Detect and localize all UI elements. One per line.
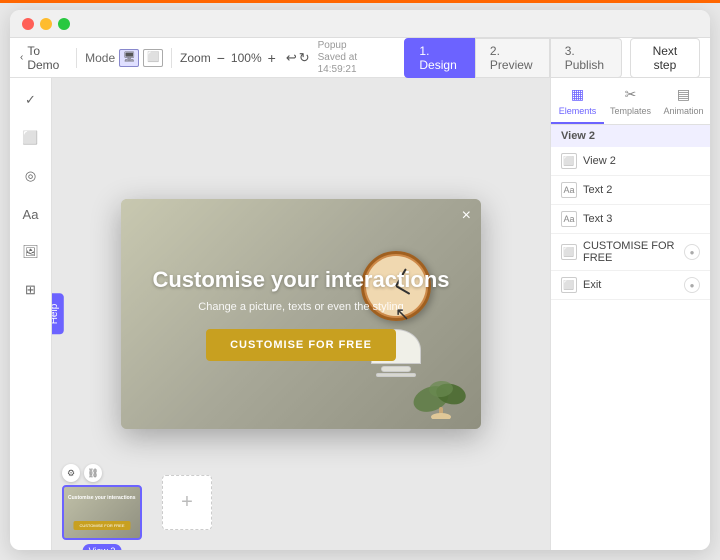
popup-title: Customise your interactions	[152, 267, 449, 293]
mode-label: Mode	[85, 51, 115, 65]
panel-item-exit-label: Exit	[583, 279, 678, 291]
zoom-in-button[interactable]: +	[266, 50, 278, 66]
panel-tab-elements[interactable]: ▦ Elements	[551, 78, 604, 124]
zoom-out-button[interactable]: −	[215, 50, 227, 66]
templates-icon: ✂	[625, 86, 637, 103]
minimize-button[interactable]	[40, 18, 52, 30]
panel-item-view2[interactable]: ⬜ View 2	[551, 147, 710, 176]
panel-item-cta[interactable]: ⬜ CUSTOMISE FOR FREE ●	[551, 234, 710, 271]
canvas-area: Help ×	[52, 78, 550, 550]
left-tool-select[interactable]: ✓	[17, 86, 45, 114]
popup-name: Popup	[318, 40, 389, 52]
thumbnail-strip: ⚙ ⛓ Customise your interactions CUSTOMIS…	[62, 464, 540, 540]
back-button[interactable]: ‹ To Demo	[20, 44, 68, 72]
step-tabs: 1. Design 2. Preview 3. Publish	[404, 38, 621, 78]
elements-icon: ▦	[571, 86, 584, 103]
left-tool-text[interactable]: Aa	[17, 200, 45, 228]
panel-item-text2-label: Text 2	[583, 184, 700, 196]
panel-tab-animation[interactable]: ▤ Animation	[657, 78, 710, 124]
left-tool-image[interactable]: 🖼	[17, 238, 45, 266]
step-design-tab[interactable]: 1. Design	[404, 38, 475, 78]
maximize-button[interactable]	[58, 18, 70, 30]
animation-icon: ▤	[677, 86, 690, 103]
redo-button[interactable]: ↻	[299, 50, 310, 66]
app-window: ‹ To Demo Mode 🖥 ⬜ Zoom − 100% + ↩ ↻ Pop…	[10, 10, 710, 550]
title-bar	[10, 10, 710, 38]
thumb-link-icon[interactable]: ⛓	[84, 464, 102, 482]
separator-2	[171, 48, 172, 68]
panel-item-view2-icon: ⬜	[561, 153, 577, 169]
step-publish-tab[interactable]: 3. Publish	[550, 38, 622, 78]
mode-desktop-icon[interactable]: 🖥	[119, 49, 139, 67]
panel-item-exit[interactable]: ⬜ Exit ●	[551, 271, 710, 300]
undo-button[interactable]: ↩	[286, 50, 297, 66]
popup-modal: ×	[121, 199, 481, 429]
toolbar: ‹ To Demo Mode 🖥 ⬜ Zoom − 100% + ↩ ↻ Pop…	[10, 38, 710, 78]
add-view-button[interactable]: +	[162, 475, 212, 530]
thumb-icon-row: ⚙ ⛓	[62, 464, 142, 482]
panel-item-cta-action[interactable]: ●	[684, 244, 700, 260]
next-step-button[interactable]: Next step	[630, 38, 700, 78]
close-button[interactable]	[22, 18, 34, 30]
mode-group: Mode 🖥 ⬜	[85, 49, 163, 67]
chevron-left-icon: ‹	[20, 52, 23, 63]
mode-tablet-icon[interactable]: ⬜	[143, 49, 163, 67]
left-tool-grid[interactable]: ⊞	[17, 276, 45, 304]
undo-redo-group: ↩ ↻	[286, 50, 310, 66]
grid-icon: ⊞	[25, 282, 36, 298]
panel-item-view2-label: View 2	[583, 155, 700, 167]
image-icon: 🖼	[22, 244, 39, 260]
circle-icon: ◎	[25, 168, 36, 184]
zoom-label: Zoom	[180, 51, 211, 65]
zoom-value: 100%	[231, 51, 262, 65]
rectangle-icon: ⬜	[22, 130, 38, 146]
panel-tab-animation-label: Animation	[663, 106, 703, 116]
select-icon: ✓	[25, 92, 36, 108]
panel-item-text3-icon: Aa	[561, 211, 577, 227]
panel-item-text2[interactable]: Aa Text 2	[551, 176, 710, 205]
panel-tab-templates[interactable]: ✂ Templates	[604, 78, 657, 124]
thumbnail-item: ⚙ ⛓ Customise your interactions CUSTOMIS…	[62, 464, 142, 540]
panel-tab-templates-label: Templates	[610, 106, 651, 116]
right-panel: ▦ Elements ✂ Templates ▤ Animation View …	[550, 78, 710, 550]
panel-tabs: ▦ Elements ✂ Templates ▤ Animation	[551, 78, 710, 125]
back-label: To Demo	[27, 44, 68, 72]
panel-item-exit-action[interactable]: ●	[684, 277, 700, 293]
saved-info: Popup Saved at 14:59:21	[318, 40, 389, 76]
popup-cta-button[interactable]: CUSTOMISE FOR FREE	[206, 329, 396, 361]
thumbnail-view2[interactable]: Customise your interactions CUSTOMISE FO…	[62, 485, 142, 540]
help-tab[interactable]: Help	[52, 294, 64, 335]
step-preview-tab[interactable]: 2. Preview	[475, 38, 550, 78]
popup-close-button[interactable]: ×	[462, 207, 471, 225]
left-tool-circle[interactable]: ◎	[17, 162, 45, 190]
thumbnail-label: View 2	[83, 544, 122, 550]
thumb-title: Customise your interactions	[68, 495, 136, 501]
panel-section-title: View 2	[551, 125, 710, 147]
panel-item-text3[interactable]: Aa Text 3	[551, 205, 710, 234]
thumb-cta: CUSTOMISE FOR FREE	[73, 521, 130, 530]
left-tool-rectangle[interactable]: ⬜	[17, 124, 45, 152]
left-toolbar: ✓ ⬜ ◎ Aa 🖼 ⊞	[10, 78, 52, 550]
panel-tab-elements-label: Elements	[559, 106, 597, 116]
panel-item-text3-label: Text 3	[583, 213, 700, 225]
text-icon: Aa	[23, 207, 39, 222]
separator-1	[76, 48, 77, 68]
saved-timestamp: Saved at 14:59:21	[318, 52, 389, 76]
panel-item-cta-label: CUSTOMISE FOR FREE	[583, 240, 678, 264]
thumb-settings-icon[interactable]: ⚙	[62, 464, 80, 482]
popup-content: Customise your interactions Change a pic…	[121, 199, 481, 429]
popup-subtitle: Change a picture, texts or even the styl…	[198, 301, 403, 313]
panel-item-text2-icon: Aa	[561, 182, 577, 198]
zoom-group: Zoom − 100% +	[180, 50, 278, 66]
main-area: ✓ ⬜ ◎ Aa 🖼 ⊞ Help	[10, 78, 710, 550]
panel-item-exit-icon: ⬜	[561, 277, 577, 293]
panel-item-cta-icon: ⬜	[561, 244, 577, 260]
